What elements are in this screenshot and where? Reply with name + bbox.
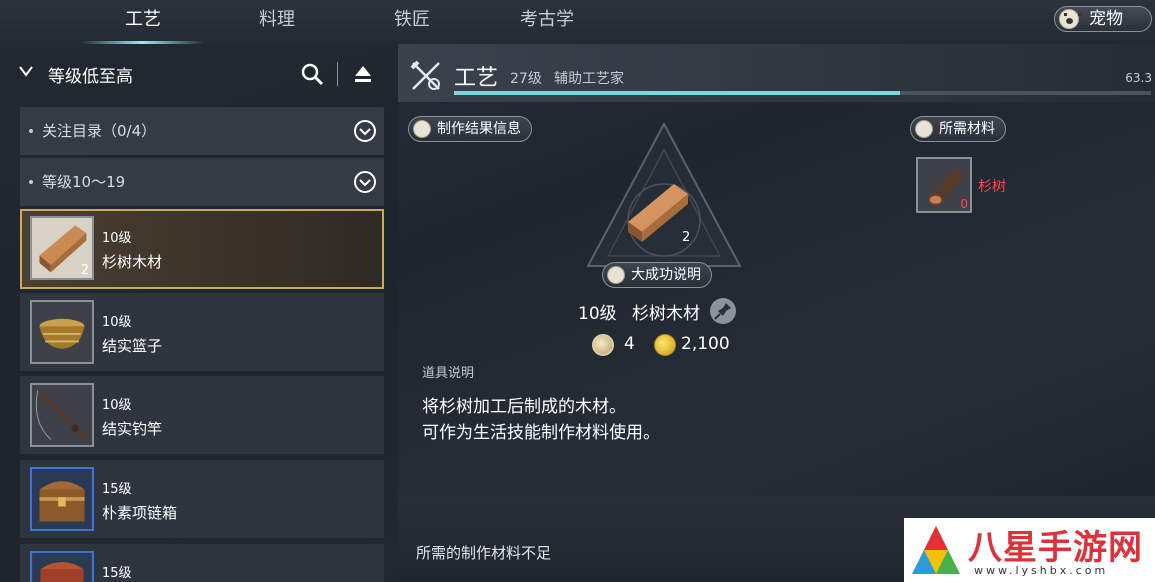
cost-gold: 2,100 [681,334,730,354]
item-level: 10级 [102,315,132,330]
description-line: 可作为生活技能制作材料使用。 [422,423,660,443]
recipe-item[interactable]: 10级 结实钓竿 [20,376,384,454]
trend-up-icon [607,266,625,284]
skill-progress-fill [454,91,901,95]
item-level: 10级 [102,231,132,246]
tab-blacksmith[interactable]: 铁匠 [352,0,472,44]
sort-row: 等级低至高 [0,44,398,102]
skill-header: 工艺 27级 辅助工艺家 63.3 [398,44,1155,102]
bullet [29,180,33,184]
result-level: 10级 [578,304,617,324]
chest-icon [30,467,94,531]
pin-icon[interactable] [710,298,736,324]
collapse-all-icon[interactable] [352,62,374,84]
group-favorites[interactable]: 关注目录（0/4） [20,107,384,155]
result-info-button[interactable]: 制作结果信息 [408,116,532,142]
recipe-item[interactable]: 2 10级 杉树木材 [20,209,384,289]
watermark-url: www.lyshbx.com [974,564,1109,577]
brush-icon [413,120,431,138]
skill-progress-text: 63.3 [1125,71,1152,85]
fir-lumber-icon: 2 [30,216,94,280]
gold-coin-icon [654,334,676,356]
description-line: 将杉树加工后制成的木材。 [422,397,626,417]
recipe-item[interactable]: 10级 结实篮子 [20,293,384,371]
recipe-list-panel: 等级低至高 关注目录（0/4） 等级10～19 2 10级 杉树木材 10级 结… [0,44,398,582]
paw-icon [1059,9,1081,29]
item-level: 10级 [102,398,132,413]
crafting-screen: 工艺 料理 铁匠 考古学 宠物 等级低至高 关注目录（0/4） 等级10～19 … [0,0,1155,582]
watermark: 八星手游网 www.lyshbx.com [904,518,1155,582]
search-icon[interactable] [300,62,324,86]
tab-cooking[interactable]: 料理 [217,0,337,44]
recipe-detail-panel: 工艺 27级 辅助工艺家 63.3 制作结果信息 2 大成功说明 10级 杉树木… [398,44,1155,582]
recipe-item[interactable]: 15级 [20,544,384,582]
sort-order-label[interactable]: 等级低至高 [48,62,133,87]
item-level: 15级 [102,482,132,497]
divider [337,62,338,86]
chevron-down-icon[interactable] [19,64,33,78]
crafting-tools-icon [410,60,440,90]
item-name: 朴素项链箱 [102,504,178,522]
great-success-label: 大成功说明 [631,267,701,283]
description-heading: 道具说明 [422,366,475,381]
bullet [29,129,33,133]
expand-icon[interactable] [353,119,377,143]
item-name: 结实钓竿 [102,420,163,438]
top-tab-bar: 工艺 料理 铁匠 考古学 宠物 [0,0,1155,44]
expand-icon[interactable] [353,170,377,194]
result-name: 杉树木材 [632,304,701,324]
group-label: 关注目录（0/4） [42,122,157,140]
material-name: 杉树 [978,179,1006,195]
skill-rank: 辅助工艺家 [554,71,624,87]
materials-button[interactable]: 所需材料 [910,116,1006,142]
insufficient-material-message: 所需的制作材料不足 [416,544,552,562]
result-info-label: 制作结果信息 [437,121,521,137]
result-quantity: 2 [682,230,691,245]
basket-icon [30,300,94,364]
group-level-10-19[interactable]: 等级10～19 [20,158,384,206]
fishing-rod-icon [30,383,94,447]
contribution-point-icon [592,334,614,356]
chest-icon [30,551,94,582]
cost-points: 4 [624,334,635,354]
materials-label: 所需材料 [939,121,995,137]
group-label: 等级10～19 [42,173,126,191]
fir-log-material-slot[interactable]: 0 [916,157,972,213]
watermark-text: 八星手游网 [968,528,1143,568]
material-quantity: 0 [960,197,968,211]
pet-button[interactable]: 宠物 [1054,6,1152,32]
item-name: 杉树木材 [102,253,163,271]
watermark-logo [912,526,960,574]
note-icon [915,120,933,138]
tab-craft[interactable]: 工艺 [83,0,203,44]
item-quantity: 2 [80,263,89,278]
great-success-button[interactable]: 大成功说明 [602,262,712,288]
recipe-item[interactable]: 15级 朴素项链箱 [20,460,384,538]
result-title: 10级 杉树木材 [578,299,700,324]
skill-title: 工艺 [454,66,499,91]
pet-button-label: 宠物 [1089,9,1123,29]
tab-archaeology[interactable]: 考古学 [487,0,607,44]
skill-level: 27级 [510,71,542,87]
item-level: 15级 [102,566,132,581]
item-name: 结实篮子 [102,337,163,355]
skill-progress-bar [454,91,1151,95]
